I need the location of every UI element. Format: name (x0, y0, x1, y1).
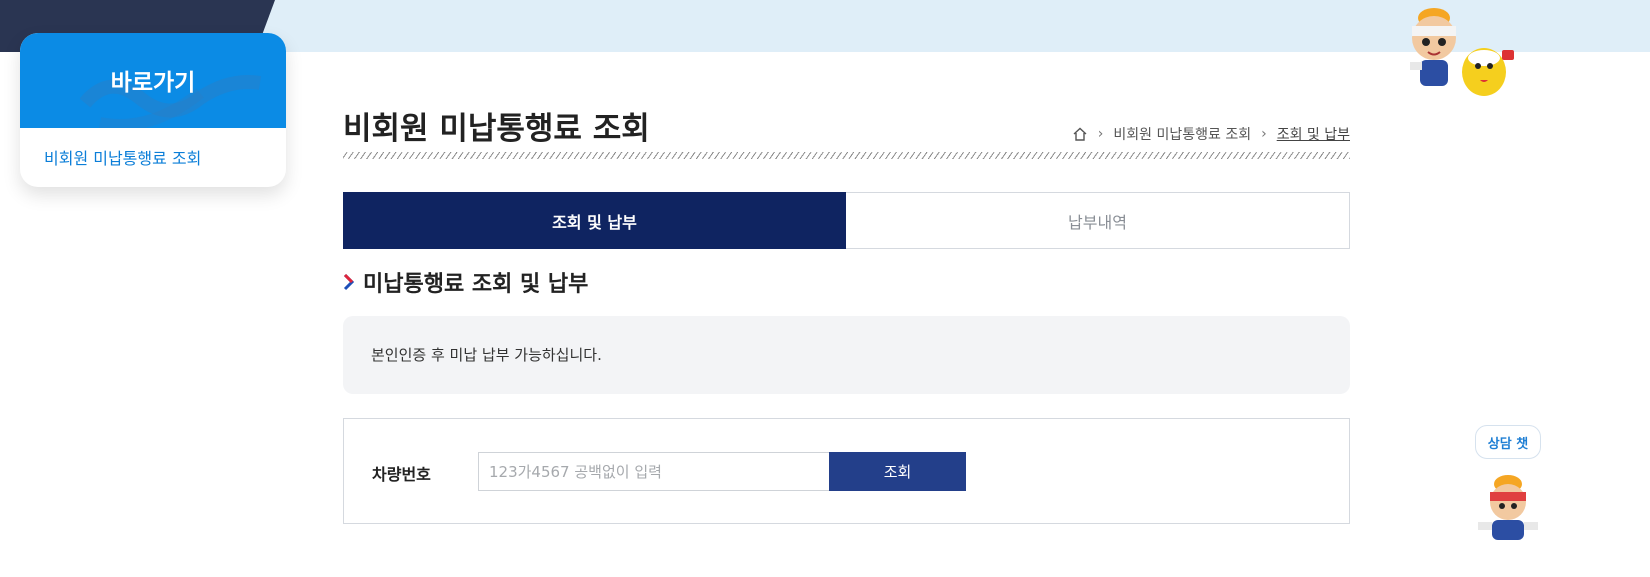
vehicle-search-form: 차량번호 조회 (343, 418, 1350, 524)
vehicle-number-label: 차량번호 (372, 465, 431, 484)
chat-mascot-icon[interactable] (1472, 470, 1544, 540)
tab-payment-history[interactable]: 납부내역 (846, 192, 1350, 249)
notice-text: 본인인증 후 미납 납부 가능하십니다. (371, 346, 602, 364)
chat-bubble[interactable]: 상담 챗 (1475, 425, 1541, 459)
breadcrumb-item[interactable]: 비회원 미납통행료 조회 (1113, 124, 1251, 144)
section-title-text: 미납통행료 조회 및 납부 (363, 272, 589, 297)
tab-bar: 조회 및 납부 납부내역 (343, 192, 1350, 249)
quick-links-title: 바로가기 (110, 70, 196, 96)
breadcrumb: › 비회원 미납통행료 조회 › 조회 및 납부 (1072, 124, 1350, 144)
chevron-right-icon: › (1097, 126, 1104, 142)
quick-links-card: 바로가기 비회원 미납통행료 조회 (20, 33, 286, 187)
section-title: 미납통행료 조회 및 납부 (343, 266, 588, 298)
search-button[interactable]: 조회 (829, 452, 966, 491)
chat-label: 상담 챗 (1487, 436, 1529, 452)
chevron-bullet-icon (343, 273, 355, 291)
notice-box: 본인인증 후 미납 납부 가능하십니다. (343, 316, 1350, 394)
mascot-illustration (1410, 8, 1514, 98)
page-title: 비회원 미납통행료 조회 (343, 111, 650, 147)
quick-links-header: 바로가기 (20, 33, 286, 128)
vehicle-number-input[interactable] (478, 452, 830, 491)
title-divider (343, 152, 1350, 159)
chevron-right-icon: › (1261, 126, 1267, 142)
tab-inquiry-payment[interactable]: 조회 및 납부 (343, 192, 846, 249)
quick-link-unpaid-toll[interactable]: 비회원 미납통행료 조회 (20, 128, 286, 169)
breadcrumb-current[interactable]: 조회 및 납부 (1277, 124, 1350, 144)
home-icon[interactable] (1072, 126, 1088, 142)
